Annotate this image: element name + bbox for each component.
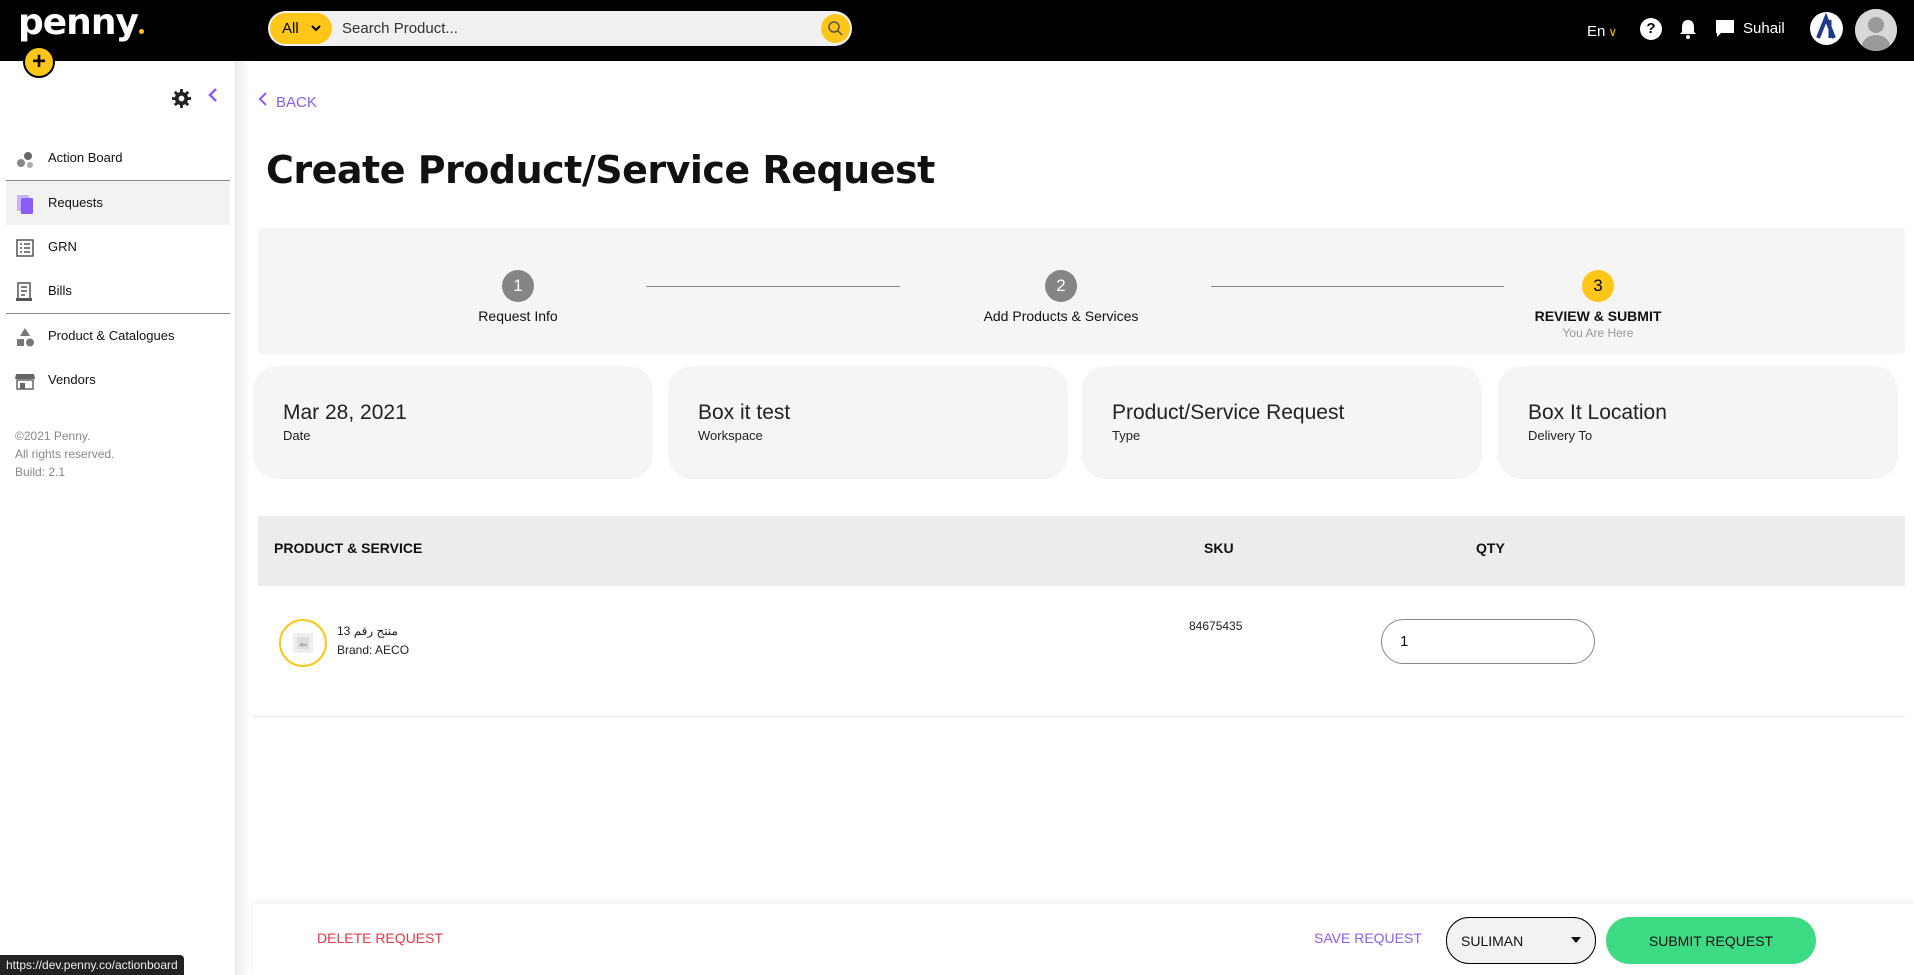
sidebar-item-vendors[interactable]: Vendors: [6, 358, 230, 402]
product-sku: 84675435: [1189, 619, 1243, 633]
quick-add-button[interactable]: +: [23, 46, 55, 78]
collapse-sidebar-icon[interactable]: [207, 87, 219, 108]
build-text: Build: 2.1: [15, 465, 66, 479]
sidebar-item-label: Bills: [48, 283, 72, 298]
sidebar-shadow: [236, 61, 250, 975]
back-label: BACK: [276, 94, 317, 111]
status-bar-url: https://dev.penny.co/actionboard: [0, 955, 184, 975]
summary-card-type: Product/Service Request Type: [1082, 366, 1482, 479]
sidebar-item-bills[interactable]: Bills: [6, 269, 230, 313]
card-value: Box It Location: [1528, 401, 1667, 424]
quantity-input[interactable]: [1381, 619, 1595, 664]
action-bar: DELETE REQUEST SAVE REQUEST SULIMAN SUBM…: [253, 904, 1914, 975]
summary-card-date: Mar 28, 2021 Date: [253, 366, 653, 479]
action-board-icon: [17, 152, 33, 168]
sidebar-item-label: Product & Catalogues: [48, 328, 175, 343]
sidebar-nav: Action Board Requests GRN Bills Product …: [6, 136, 230, 402]
sidebar-item-label: Requests: [48, 195, 103, 210]
search-icon: [828, 21, 843, 36]
back-link[interactable]: BACK: [258, 91, 317, 111]
card-value: Mar 28, 2021: [283, 401, 407, 424]
rights-text: All rights reserved.: [15, 447, 115, 461]
bell-icon[interactable]: [1678, 18, 1698, 45]
card-caption: Type: [1112, 428, 1141, 443]
step-review-submit[interactable]: 3 REVIEW & SUBMIT You Are Here: [1523, 270, 1673, 340]
approver-select[interactable]: SULIMAN: [1446, 917, 1596, 964]
penny-logo[interactable]: penny: [18, 2, 144, 43]
step-label: REVIEW & SUBMIT: [1534, 308, 1662, 324]
column-header-qty: QTY: [1476, 540, 1505, 556]
step-connector: [1211, 286, 1504, 287]
step-sublabel: You Are Here: [1562, 326, 1634, 340]
card-value: Box it test: [698, 401, 791, 424]
sidebar-item-action-board[interactable]: Action Board: [6, 136, 230, 180]
table-header: PRODUCT & SERVICE SKU QTY: [258, 516, 1905, 586]
top-bar: penny All En∨ ? Suhail: [0, 0, 1914, 61]
grn-icon: [16, 239, 34, 257]
step-number: 2: [1045, 270, 1077, 302]
product-thumbnail: [279, 619, 327, 667]
sidebar-item-label: Action Board: [48, 150, 123, 165]
column-header-sku: SKU: [1204, 540, 1234, 556]
requests-icon: [17, 195, 33, 214]
bills-icon: [16, 282, 32, 301]
user-name[interactable]: Suhail: [1743, 20, 1785, 37]
page-title: Create Product/Service Request: [266, 148, 935, 192]
step-label: Request Info: [478, 308, 558, 324]
chevron-down-icon: [310, 13, 322, 56]
table-row: منتج رقم 13 Brand: AECO 84675435: [253, 586, 1905, 717]
step-connector: [646, 286, 900, 287]
card-caption: Delivery To: [1528, 428, 1593, 443]
chat-icon[interactable]: [1714, 18, 1736, 45]
summary-card-delivery: Box It Location Delivery To: [1498, 366, 1898, 479]
sidebar-item-grn[interactable]: GRN: [6, 225, 230, 269]
sidebar-item-label: GRN: [48, 239, 77, 254]
sidebar-item-label: Vendors: [48, 372, 96, 387]
caret-down-icon: [1571, 937, 1581, 943]
user-avatar[interactable]: [1855, 9, 1897, 51]
sidebar-footer: ©2021 Penny. All rights reserved. Build:…: [15, 427, 114, 481]
approver-value: SULIMAN: [1461, 933, 1524, 949]
chevron-down-icon: ∨: [1608, 25, 1618, 39]
copyright-text: ©2021 Penny.: [15, 429, 91, 443]
chevron-left-icon: [258, 91, 268, 111]
step-number: 3: [1582, 270, 1614, 302]
sidebar-item-requests[interactable]: Requests: [6, 181, 230, 225]
summary-card-workspace: Box it test Workspace: [668, 366, 1068, 479]
catalogue-icon: [17, 328, 34, 347]
step-add-products[interactable]: 2 Add Products & Services: [976, 270, 1146, 324]
gear-icon[interactable]: [172, 89, 191, 113]
search-button[interactable]: [821, 14, 850, 43]
step-label: Add Products & Services: [983, 308, 1139, 324]
search-category-dropdown[interactable]: All: [270, 13, 332, 44]
delete-request-button[interactable]: DELETE REQUEST: [317, 930, 443, 946]
sidebar: Action Board Requests GRN Bills Product …: [0, 61, 236, 975]
search-input[interactable]: [342, 15, 782, 42]
step-number: 1: [502, 270, 534, 302]
product-name: منتج رقم 13: [337, 624, 398, 638]
card-value: Product/Service Request: [1112, 401, 1345, 424]
step-request-info[interactable]: 1 Request Info: [453, 270, 583, 324]
vendors-icon: [15, 374, 35, 390]
product-brand: Brand: AECO: [337, 643, 410, 657]
submit-request-button[interactable]: SUBMIT REQUEST: [1606, 917, 1816, 964]
stepper: 1 Request Info 2 Add Products & Services…: [258, 228, 1905, 354]
card-caption: Date: [283, 428, 311, 443]
search-bar: All: [268, 11, 852, 46]
help-icon[interactable]: ?: [1640, 18, 1662, 40]
language-label: En: [1587, 23, 1606, 40]
organization-logo[interactable]: [1810, 12, 1843, 45]
save-request-button[interactable]: SAVE REQUEST: [1314, 930, 1422, 946]
language-selector[interactable]: En ∨: [1587, 23, 1617, 40]
sidebar-item-product-catalogues[interactable]: Product & Catalogues: [6, 314, 230, 358]
card-caption: Workspace: [698, 428, 763, 443]
search-category-label: All: [282, 20, 299, 37]
product-image-icon: [293, 633, 313, 653]
column-header-product: PRODUCT & SERVICE: [274, 540, 423, 556]
